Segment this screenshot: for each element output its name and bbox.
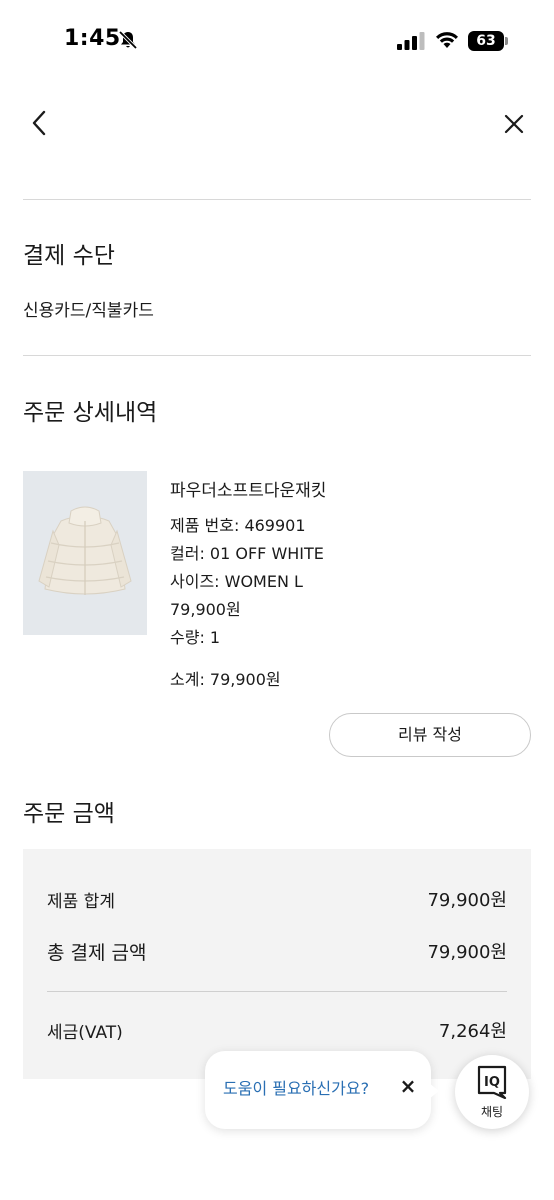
product-quantity: 수량: 1 bbox=[170, 628, 221, 647]
chat-icon: IQ bbox=[477, 1065, 507, 1099]
battery-cap bbox=[505, 37, 508, 45]
order-detail-title: 주문 상세내역 bbox=[23, 400, 158, 426]
chat-label: 채팅 bbox=[480, 1105, 504, 1119]
tax-value: 7,264원 bbox=[438, 1021, 507, 1042]
jacket-illustration bbox=[23, 471, 147, 635]
product-size: 사이즈: WOMEN L bbox=[170, 572, 303, 591]
tax-label: 세금(VAT) bbox=[47, 1023, 123, 1043]
order-summary-box: 제품 합계 79,900원 총 결제 금액 79,900원 세금(VAT) 7,… bbox=[23, 849, 531, 1079]
chevron-left-icon[interactable] bbox=[26, 108, 54, 138]
write-review-button[interactable]: 리뷰 작성 bbox=[329, 713, 531, 757]
grand-total-value: 79,900원 bbox=[427, 942, 507, 963]
battery-icon: 63 bbox=[468, 31, 508, 51]
wifi-icon bbox=[436, 32, 458, 48]
help-close-button[interactable]: × bbox=[397, 1073, 419, 1099]
product-subtotal: 소계: 79,900원 bbox=[170, 670, 281, 689]
product-price: 79,900원 bbox=[170, 600, 241, 619]
product-image[interactable] bbox=[23, 471, 147, 635]
product-color: 컬러: 01 OFF WHITE bbox=[170, 544, 324, 563]
chat-button[interactable]: IQ 채팅 bbox=[455, 1055, 529, 1129]
help-link[interactable]: 도움이 필요하신가요? bbox=[223, 1075, 369, 1099]
payment-section-title: 결제 수단 bbox=[23, 243, 115, 269]
divider bbox=[23, 199, 531, 200]
chat-logo-text: IQ bbox=[484, 1075, 500, 1090]
signal-icon bbox=[397, 32, 425, 50]
order-amount-title: 주문 금액 bbox=[23, 801, 115, 827]
divider bbox=[23, 355, 531, 356]
battery-level: 63 bbox=[468, 31, 504, 51]
grand-total-label: 총 결제 금액 bbox=[47, 942, 147, 964]
help-bubble: 도움이 필요하신가요? × bbox=[205, 1051, 439, 1129]
product-total-label: 제품 합계 bbox=[47, 892, 115, 912]
bell-slash-icon bbox=[118, 30, 138, 50]
close-icon[interactable] bbox=[500, 110, 528, 138]
payment-method: 신용카드/직불카드 bbox=[23, 301, 154, 321]
summary-divider bbox=[47, 991, 507, 992]
status-time: 1:45 bbox=[64, 26, 121, 51]
product-name[interactable]: 파우더소프트다운재킷 bbox=[170, 476, 326, 501]
status-bar: 1:45 63 bbox=[0, 0, 554, 84]
product-number: 제품 번호: 469901 bbox=[170, 516, 306, 535]
product-total-value: 79,900원 bbox=[427, 890, 507, 911]
